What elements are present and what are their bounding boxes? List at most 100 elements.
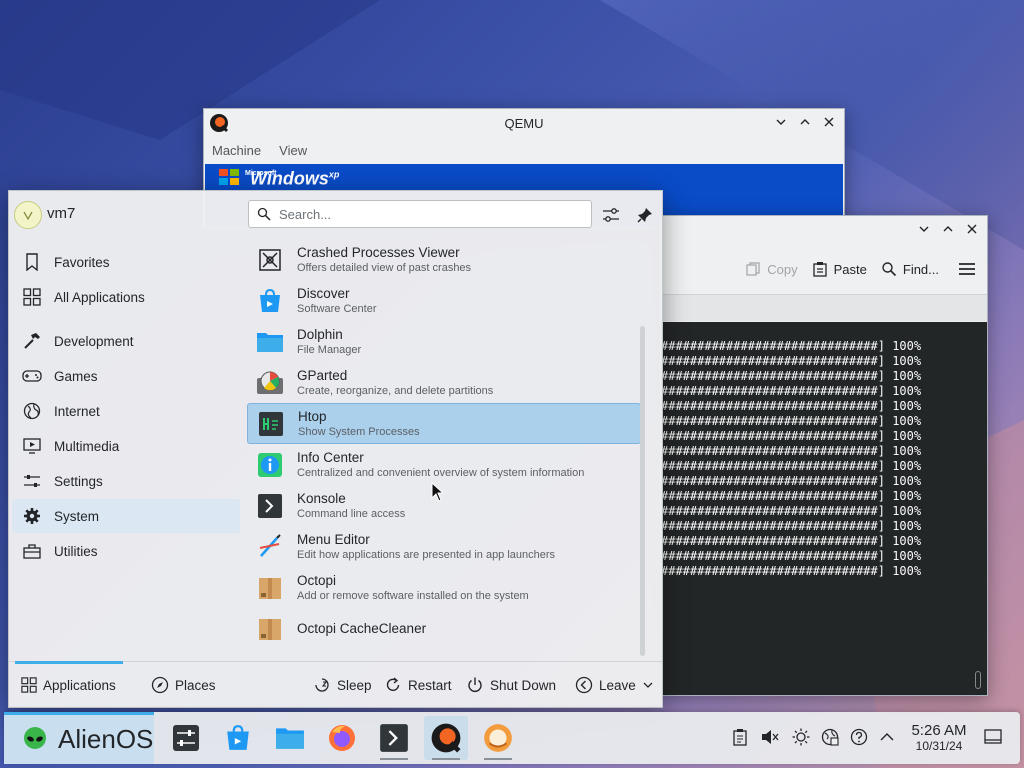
toolbox-icon [22, 541, 42, 561]
task-konsole[interactable] [372, 716, 416, 760]
list-item[interactable]: Octopi Add or remove software installed o… [247, 567, 641, 608]
chevron-up-icon [943, 226, 953, 232]
app-description: Command line access [297, 507, 406, 520]
sidebar-item-multimedia[interactable]: Multimedia [12, 429, 240, 463]
terminal-scrollbar[interactable] [975, 671, 981, 689]
terminal-line: ##############################] 100% [661, 354, 922, 368]
mouse-cursor-icon [431, 482, 445, 502]
task-discover[interactable] [216, 716, 260, 760]
terminal-icon [255, 491, 285, 521]
launcher-label: AlienOS [58, 724, 154, 754]
bookmark-icon [22, 252, 42, 272]
hammer-icon [22, 331, 42, 351]
task-octopi[interactable] [476, 716, 520, 760]
sidebar-item-internet[interactable]: Internet [12, 394, 240, 428]
maximize-button[interactable] [796, 113, 814, 131]
list-item[interactable]: GParted Create, reorganize, and delete pa… [247, 362, 641, 403]
sidebar-item-favorites[interactable]: Favorites [12, 245, 240, 279]
sidebar-item-games[interactable]: Games [12, 359, 240, 393]
folder-icon [276, 728, 304, 749]
konsole-titlebar[interactable] [661, 216, 987, 244]
konsole-toolbar: Copy Paste Find... [661, 244, 987, 294]
minimize-button[interactable] [772, 113, 790, 131]
firefox-icon [329, 725, 355, 751]
pin-button[interactable] [633, 203, 657, 227]
qemu-titlebar[interactable]: QEMU [204, 109, 844, 137]
copy-icon [746, 262, 760, 276]
find-button[interactable]: Find... [881, 261, 939, 277]
task-system-settings[interactable] [164, 716, 208, 760]
task-dolphin[interactable] [268, 716, 312, 760]
sliders-icon [22, 471, 42, 491]
chevron-down-icon [643, 682, 653, 688]
search-input[interactable] [279, 206, 569, 222]
maximize-button[interactable] [939, 220, 957, 238]
copy-button[interactable]: Copy [745, 261, 798, 277]
qemu-menubar: Machine View [204, 137, 844, 163]
close-button[interactable] [963, 220, 981, 238]
menu-machine[interactable]: Machine [212, 143, 261, 158]
chevron-down-icon [919, 226, 929, 232]
folder-icon [255, 327, 285, 357]
terminal-line: ##############################] 100% [661, 474, 922, 488]
list-item[interactable]: Crashed Processes Viewer Offers detailed … [247, 239, 641, 280]
sleep-button[interactable]: Sleep [313, 662, 372, 708]
list-scrollbar[interactable] [640, 326, 645, 656]
logo-microsoft-text: Microsoft [245, 170, 277, 177]
list-item[interactable]: Htop Show System Processes [247, 403, 641, 444]
sidebar-item-label: Multimedia [54, 438, 120, 454]
application-launcher-button[interactable]: AlienOS [4, 712, 154, 764]
list-item[interactable]: Octopi CacheCleaner [247, 608, 641, 649]
sidebar-item-label: System [54, 508, 100, 524]
search-box[interactable] [248, 200, 592, 228]
list-item[interactable]: Info Center Centralized and convenient ov… [247, 444, 641, 485]
windows-xp-logo: Windowsxp Microsoft [219, 168, 339, 191]
task-firefox[interactable] [320, 716, 364, 760]
help-icon[interactable] [848, 726, 870, 748]
volume-muted-icon[interactable] [759, 726, 781, 748]
clipboard-tray-icon[interactable] [729, 726, 751, 748]
hamburger-menu-button[interactable] [959, 262, 975, 276]
sidebar-item-system[interactable]: System [12, 499, 240, 533]
chevron-up-icon[interactable] [876, 726, 898, 748]
tab-applications[interactable]: Applications [21, 662, 116, 708]
restart-label: Restart [408, 677, 452, 693]
sidebar-item-development[interactable]: Development [12, 324, 240, 358]
konsole-window[interactable]: Copy Paste Find... #####################… [660, 215, 988, 696]
list-item[interactable]: Menu Editor Edit how applications are pre… [247, 526, 641, 567]
alien-icon [24, 726, 46, 749]
avatar[interactable] [14, 201, 42, 229]
show-desktop-icon[interactable] [982, 726, 1004, 748]
terminal-line: ##############################] 100% [661, 339, 922, 353]
brightness-icon[interactable] [790, 726, 812, 748]
discover-icon [255, 286, 285, 316]
restart-button[interactable]: Restart [384, 662, 452, 708]
sidebar-item-label: Favorites [54, 254, 110, 270]
terminal-output[interactable]: ##############################] 100% ####… [661, 322, 987, 695]
sidebar-item-settings[interactable]: Settings [12, 464, 240, 498]
leave-label: Leave [599, 677, 636, 693]
list-item[interactable]: Discover Software Center [247, 280, 641, 321]
sidebar-item-utilities[interactable]: Utilities [12, 534, 240, 568]
taskbar: AlienOS 5:26 AM 10/31/24 [4, 712, 1020, 764]
list-item[interactable]: Dolphin File Manager [247, 321, 641, 362]
digital-clock[interactable]: 5:26 AM 10/31/24 [904, 723, 974, 754]
shutdown-button[interactable]: Shut Down [466, 662, 556, 708]
task-qemu[interactable] [424, 716, 468, 760]
close-button[interactable] [820, 113, 838, 131]
sidebar-item-all-applications[interactable]: All Applications [12, 280, 240, 314]
terminal-line: ##############################] 100% [661, 384, 922, 398]
sidebar-item-label: Utilities [54, 543, 98, 559]
tab-places[interactable]: Places [151, 662, 216, 708]
gamepad-icon [22, 366, 42, 386]
paste-button[interactable]: Paste [812, 261, 867, 277]
network-icon[interactable] [819, 726, 841, 748]
leave-button[interactable]: Leave [575, 662, 654, 708]
menu-view[interactable]: View [279, 143, 307, 158]
logo-xp-text: xp [328, 169, 340, 180]
minimize-button[interactable] [915, 220, 933, 238]
search-icon [882, 262, 896, 277]
close-icon [824, 117, 834, 127]
chevron-down-icon [776, 119, 786, 125]
configure-button[interactable] [599, 203, 623, 227]
